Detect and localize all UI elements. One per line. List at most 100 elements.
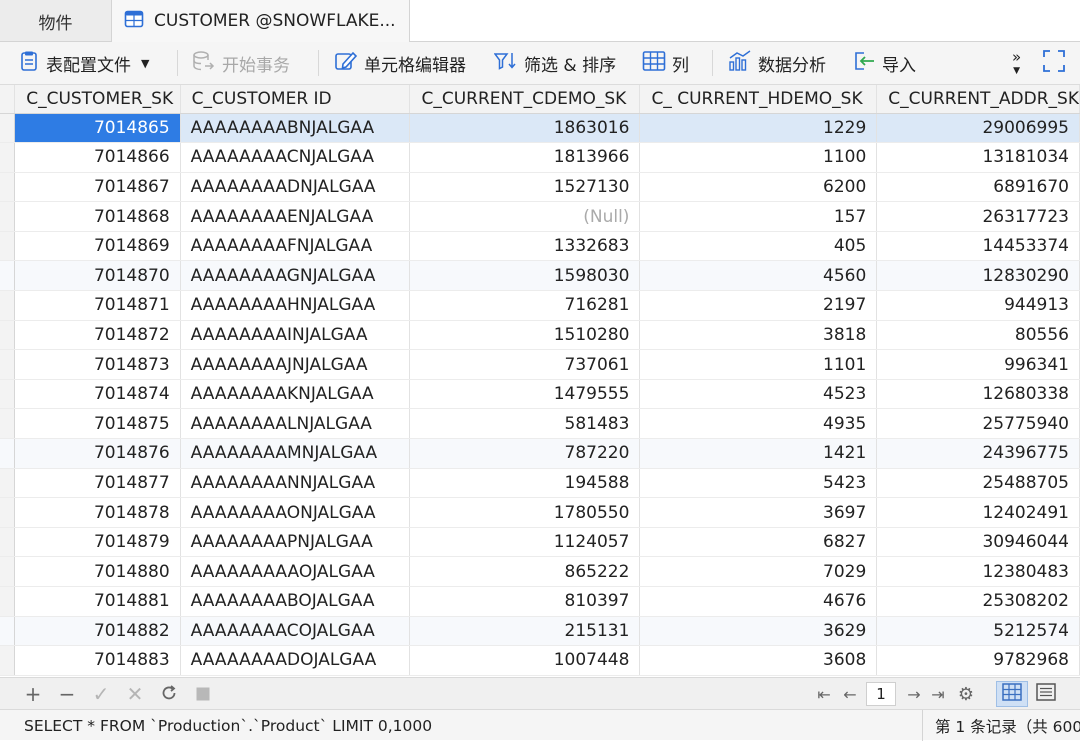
settings-button[interactable]: ⚙ — [954, 678, 978, 710]
table-cell[interactable]: 737061 — [409, 349, 641, 380]
table-cell[interactable]: 1100 — [639, 142, 878, 173]
table-cell[interactable]: 24396775 — [876, 438, 1080, 469]
row-header[interactable] — [0, 172, 16, 203]
data-analysis-button[interactable]: 数据分析 — [728, 42, 826, 85]
table-cell[interactable]: 1510280 — [409, 320, 641, 351]
table-row[interactable]: 7014873 AAAAAAAAJNJALGAA 737061 1101 996341 — [0, 349, 1080, 380]
column-header[interactable]: C_CUSTOMER_SK — [14, 85, 181, 114]
table-row[interactable]: 7014878 AAAAAAAAONJALGAA 1780550 3697 124024… — [0, 497, 1080, 528]
table-row[interactable]: 7014875 AAAAAAAALNJALGAA 581483 4935 2577594… — [0, 408, 1080, 440]
table-cell[interactable]: 7014868 — [14, 201, 181, 232]
table-cell[interactable]: 810397 — [409, 586, 641, 617]
table-cell[interactable]: AAAAAAAAJNJALGAA — [180, 349, 411, 380]
row-header[interactable] — [0, 586, 16, 617]
table-row[interactable]: 7014868 AAAAAAAAENJALGAA (Null) 157 26317723 — [0, 201, 1080, 232]
table-cell[interactable]: 4935 — [639, 408, 878, 440]
next-page-button[interactable]: → — [902, 678, 926, 710]
table-cell[interactable]: 716281 — [409, 290, 641, 321]
table-row[interactable]: 7014872 AAAAAAAAINJALGAA 1510280 3818 80556 — [0, 320, 1080, 351]
table-cell[interactable]: 7014874 — [14, 379, 181, 410]
table-config-button[interactable]: 表配置文件 ▼ — [18, 42, 149, 85]
column-header[interactable]: C_CURRENT_ADDR_SK — [876, 85, 1080, 114]
row-header-corner[interactable] — [0, 85, 16, 114]
table-cell[interactable]: 1479555 — [409, 379, 641, 410]
table-cell[interactable]: 7014866 — [14, 142, 181, 173]
table-cell[interactable]: 865222 — [409, 556, 641, 587]
column-header[interactable]: C_CUSTOMER ID — [180, 85, 411, 114]
table-cell[interactable]: 12680338 — [876, 379, 1080, 410]
grid-view-button[interactable] — [996, 681, 1028, 707]
table-cell[interactable]: 7014869 — [14, 231, 181, 262]
table-cell[interactable]: AAAAAAAAONJALGAA — [180, 497, 411, 528]
table-cell[interactable]: 7014877 — [14, 468, 181, 499]
table-cell[interactable]: 1598030 — [409, 260, 641, 292]
table-cell[interactable]: 6827 — [639, 527, 878, 558]
table-cell[interactable]: AAAAAAAAHNJALGAA — [180, 290, 411, 321]
table-cell[interactable]: 29006995 — [876, 113, 1080, 144]
table-cell[interactable]: 9782968 — [876, 645, 1080, 676]
row-header[interactable] — [0, 527, 16, 558]
row-header[interactable] — [0, 201, 16, 232]
row-header[interactable] — [0, 497, 16, 528]
table-cell[interactable]: 787220 — [409, 438, 641, 469]
table-cell[interactable]: AAAAAAAAINJALGAA — [180, 320, 411, 351]
table-cell[interactable]: AAAAAAAAPNJALGAA — [180, 527, 411, 558]
form-view-button[interactable] — [1030, 681, 1062, 707]
row-header[interactable] — [0, 645, 16, 676]
row-header[interactable] — [0, 231, 16, 262]
table-cell[interactable]: 3818 — [639, 320, 878, 351]
row-header[interactable] — [0, 616, 16, 647]
table-cell[interactable]: 1813966 — [409, 142, 641, 173]
row-header[interactable] — [0, 320, 16, 351]
table-row[interactable]: 7014879 AAAAAAAAPNJALGAA 1124057 6827 309460… — [0, 527, 1080, 558]
row-header[interactable] — [0, 142, 16, 173]
table-row[interactable]: 7014883 AAAAAAAADOJALGAA 1007448 3608 978296… — [0, 645, 1080, 676]
first-page-button[interactable]: ⇤ — [812, 678, 836, 710]
row-header[interactable] — [0, 349, 16, 380]
table-cell[interactable]: 7014880 — [14, 556, 181, 587]
table-cell[interactable]: 4560 — [639, 260, 878, 292]
table-cell[interactable]: 1527130 — [409, 172, 641, 203]
table-row[interactable]: 7014867 AAAAAAAADNJALGAA 1527130 6200 689167… — [0, 172, 1080, 203]
row-header[interactable] — [0, 113, 16, 144]
table-cell[interactable]: AAAAAAAABNJALGAA — [180, 113, 411, 144]
table-cell[interactable]: 7014871 — [14, 290, 181, 321]
table-cell[interactable]: AAAAAAAADOJALGAA — [180, 645, 411, 676]
row-header[interactable] — [0, 556, 16, 587]
table-row[interactable]: 7014871 AAAAAAAAHNJALGAA 716281 2197 944913 — [0, 290, 1080, 321]
data-grid[interactable]: C_CUSTOMER_SK C_CUSTOMER ID C_CURRENT_CD… — [0, 85, 1080, 677]
table-row[interactable]: 7014865 AAAAAAAABNJALGAA 1863016 1229 290069… — [0, 113, 1080, 144]
table-cell[interactable]: 2197 — [639, 290, 878, 321]
table-cell[interactable]: AAAAAAAAFNJALGAA — [180, 231, 411, 262]
tab-objects[interactable]: 物件 — [0, 0, 112, 42]
row-header[interactable] — [0, 290, 16, 321]
table-cell[interactable]: 25775940 — [876, 408, 1080, 440]
stop-button[interactable] — [190, 678, 216, 710]
table-cell[interactable]: 581483 — [409, 408, 641, 440]
last-page-button[interactable]: ⇥ — [926, 678, 950, 710]
table-row[interactable]: 7014877 AAAAAAAANNJALGAA 194588 5423 2548870… — [0, 468, 1080, 499]
table-row[interactable]: 7014866 AAAAAAAACNJALGAA 1813966 1100 131810… — [0, 142, 1080, 173]
table-cell[interactable]: 7014876 — [14, 438, 181, 469]
fullscreen-button[interactable] — [1042, 42, 1066, 85]
table-cell[interactable]: AAAAAAAALNJALGAA — [180, 408, 411, 440]
table-cell[interactable]: 12830290 — [876, 260, 1080, 292]
table-cell[interactable]: 7014865 — [14, 113, 181, 144]
table-cell[interactable]: 7014867 — [14, 172, 181, 203]
table-cell[interactable]: 1124057 — [409, 527, 641, 558]
table-cell[interactable]: 7014882 — [14, 616, 181, 647]
table-cell[interactable]: AAAAAAAANNJALGAA — [180, 468, 411, 499]
table-cell[interactable]: 7029 — [639, 556, 878, 587]
table-cell[interactable]: 1332683 — [409, 231, 641, 262]
table-cell[interactable]: AAAAAAAAKNJALGAA — [180, 379, 411, 410]
delete-record-button[interactable]: − — [54, 678, 80, 710]
table-row[interactable]: 7014870 AAAAAAAAGNJALGAA 1598030 4560 128302… — [0, 260, 1080, 292]
table-cell[interactable]: 26317723 — [876, 201, 1080, 232]
table-cell[interactable]: 7014879 — [14, 527, 181, 558]
table-cell[interactable]: 25308202 — [876, 586, 1080, 617]
table-cell[interactable]: 194588 — [409, 468, 641, 499]
table-cell[interactable]: 7014875 — [14, 408, 181, 440]
table-cell[interactable]: 1863016 — [409, 113, 641, 144]
table-cell[interactable]: 7014878 — [14, 497, 181, 528]
table-cell[interactable]: AAAAAAAADNJALGAA — [180, 172, 411, 203]
